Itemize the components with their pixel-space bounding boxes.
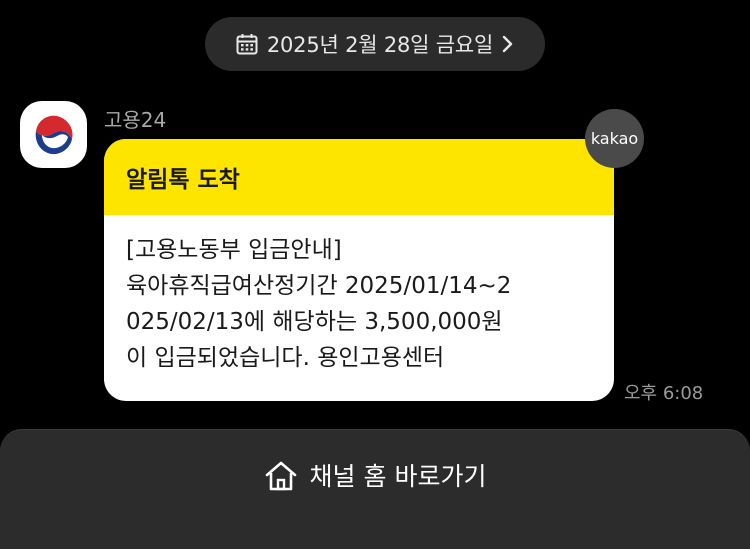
- message-timestamp: 오후 6:08: [624, 383, 704, 404]
- message-line: 025/02/13에 해당하는 3,500,000원: [126, 309, 503, 335]
- sender-avatar[interactable]: [20, 101, 87, 168]
- chevron-right-icon: [502, 35, 513, 53]
- bubble-header: 알림톡 도착: [104, 139, 614, 215]
- channel-home-label: 채널 홈 바로가기: [309, 462, 487, 491]
- bubble-title: 알림톡 도착: [126, 167, 240, 193]
- calendar-icon: [236, 34, 258, 55]
- date-label: 2025년 2월 28일 금요일: [266, 33, 494, 57]
- alimtalk-message-bubble[interactable]: 알림톡 도착 [고용노동부 입금안내] 육아휴직급여산정기간 2025/01/1…: [104, 139, 614, 401]
- channel-home-button[interactable]: 채널 홈 바로가기: [0, 429, 750, 549]
- kakao-badge: kakao: [585, 109, 644, 168]
- message-line: 육아휴직급여산정기간 2025/01/14~2: [126, 273, 512, 299]
- korea-government-emblem-icon: [29, 110, 78, 159]
- home-icon: [265, 461, 296, 491]
- sender-name: 고용24: [104, 108, 167, 132]
- message-line: [고용노동부 입금안내]: [126, 237, 342, 263]
- message-line: 이 입금되었습니다. 용인고용센터: [126, 345, 445, 371]
- date-selector-pill[interactable]: 2025년 2월 28일 금요일: [205, 17, 545, 71]
- bubble-body: [고용노동부 입금안내] 육아휴직급여산정기간 2025/01/14~2 025…: [104, 215, 614, 376]
